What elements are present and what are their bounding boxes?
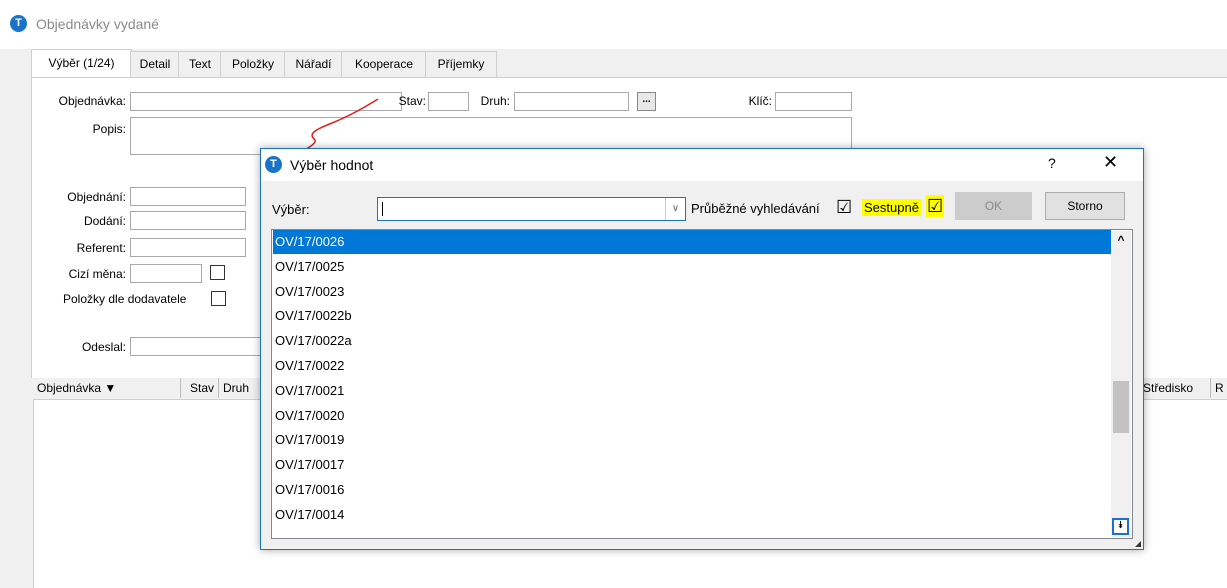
tab-text[interactable]: Text bbox=[178, 51, 222, 77]
ok-button[interactable]: OK bbox=[955, 192, 1032, 220]
objednani-label: Objednání: bbox=[67, 190, 126, 204]
tab-naradi[interactable]: Nářadí bbox=[284, 51, 343, 77]
referent-input[interactable] bbox=[130, 238, 246, 257]
objednavka-label: Objednávka: bbox=[58, 94, 126, 108]
odeslal-label: Odeslal: bbox=[81, 340, 126, 354]
scroll-to-end-icon[interactable]: ⯯ bbox=[1112, 518, 1129, 535]
klic-label: Klíč: bbox=[748, 94, 772, 108]
scroll-thumb[interactable] bbox=[1113, 381, 1129, 433]
list-item[interactable]: OV/17/0016 bbox=[273, 478, 1111, 502]
list-item[interactable]: OV/17/0022 bbox=[273, 354, 1111, 378]
stav-label: Stav: bbox=[398, 94, 426, 108]
values-listbox[interactable]: OV/17/0026 OV/17/0025 OV/17/0023 OV/17/0… bbox=[271, 229, 1133, 539]
window-title-bar: T Objednávky vydané bbox=[0, 0, 1227, 49]
list-item[interactable]: OV/17/0017 bbox=[273, 453, 1111, 477]
col-stredisko[interactable]: Středisko bbox=[1139, 378, 1211, 398]
vertical-scrollbar[interactable]: ^ ⯯ bbox=[1111, 231, 1131, 537]
col-druh[interactable]: Druh bbox=[219, 378, 261, 398]
tab-vyber[interactable]: Výběr (1/24) bbox=[31, 49, 132, 78]
sestupne-checkbox[interactable]: ☑ bbox=[926, 195, 945, 217]
list-item[interactable]: OV/17/0021 bbox=[273, 379, 1111, 403]
help-button[interactable]: ? bbox=[1048, 155, 1056, 171]
text-caret bbox=[382, 202, 383, 216]
col-r[interactable]: R bbox=[1211, 378, 1227, 398]
sestupne-label: Sestupně bbox=[862, 199, 921, 216]
list-item[interactable]: OV/17/0014 bbox=[273, 503, 1111, 527]
list-item[interactable]: OV/17/0019 bbox=[273, 428, 1111, 452]
tab-prijemky[interactable]: Příjemky bbox=[425, 51, 497, 77]
dodani-input[interactable] bbox=[130, 211, 246, 230]
cizi-mena-label: Cizí měna: bbox=[68, 267, 126, 281]
dodani-label: Dodání: bbox=[83, 214, 126, 228]
list-item[interactable]: OV/17/0022b bbox=[273, 304, 1111, 328]
list-item[interactable]: OV/17/0026 bbox=[273, 230, 1111, 254]
window-title: Objednávky vydané bbox=[36, 16, 159, 32]
list-item[interactable]: OV/17/0023 bbox=[273, 280, 1111, 304]
druh-label: Druh: bbox=[480, 94, 510, 108]
col-objednavka[interactable]: Objednávka ▼ bbox=[33, 378, 181, 398]
prubezne-label: Průběžné vyhledávání bbox=[691, 201, 820, 216]
close-icon[interactable]: ✕ bbox=[1103, 152, 1118, 173]
list-item[interactable]: OV/17/0022a bbox=[273, 329, 1111, 353]
dialog-title-bar: T Výběr hodnot ? ✕ bbox=[261, 149, 1143, 181]
col-stav[interactable]: Stav bbox=[181, 378, 219, 398]
tab-polozky[interactable]: Položky bbox=[220, 51, 286, 77]
druh-input[interactable] bbox=[514, 92, 629, 111]
cizi-mena-input[interactable] bbox=[130, 264, 202, 283]
druh-browse-button[interactable]: ... bbox=[637, 92, 656, 111]
polozky-dle-checkbox[interactable] bbox=[211, 291, 226, 306]
scroll-up-icon[interactable]: ^ bbox=[1111, 233, 1131, 247]
tab-detail[interactable]: Detail bbox=[130, 51, 180, 77]
klic-input[interactable] bbox=[775, 92, 852, 111]
prubezne-checkbox[interactable]: ☑ bbox=[836, 197, 852, 217]
referent-label: Referent: bbox=[76, 241, 126, 255]
polozky-dle-label: Položky dle dodavatele bbox=[63, 292, 187, 306]
dialog-title: Výběr hodnot bbox=[290, 157, 374, 173]
app-logo-icon: T bbox=[265, 156, 282, 173]
chevron-down-icon[interactable]: ∨ bbox=[665, 198, 685, 220]
resize-grip-icon[interactable] bbox=[1135, 541, 1141, 547]
vyber-label: Výběr: bbox=[272, 202, 310, 217]
select-values-dialog: T Výběr hodnot ? ✕ Výběr: ∨ Průběžné vyh… bbox=[260, 148, 1144, 550]
popis-label: Popis: bbox=[92, 122, 126, 136]
objednani-input[interactable] bbox=[130, 187, 246, 206]
odeslal-input[interactable] bbox=[130, 337, 270, 356]
tab-kooperace[interactable]: Kooperace bbox=[341, 51, 427, 77]
list-item[interactable]: OV/17/0020 bbox=[273, 404, 1111, 428]
app-logo-icon: T bbox=[10, 15, 27, 32]
storno-button[interactable]: Storno bbox=[1045, 192, 1125, 220]
stav-input[interactable] bbox=[428, 92, 469, 111]
search-combobox[interactable]: ∨ bbox=[377, 197, 686, 221]
cizi-mena-checkbox[interactable] bbox=[210, 265, 225, 280]
list-item[interactable]: OV/17/0025 bbox=[273, 255, 1111, 279]
